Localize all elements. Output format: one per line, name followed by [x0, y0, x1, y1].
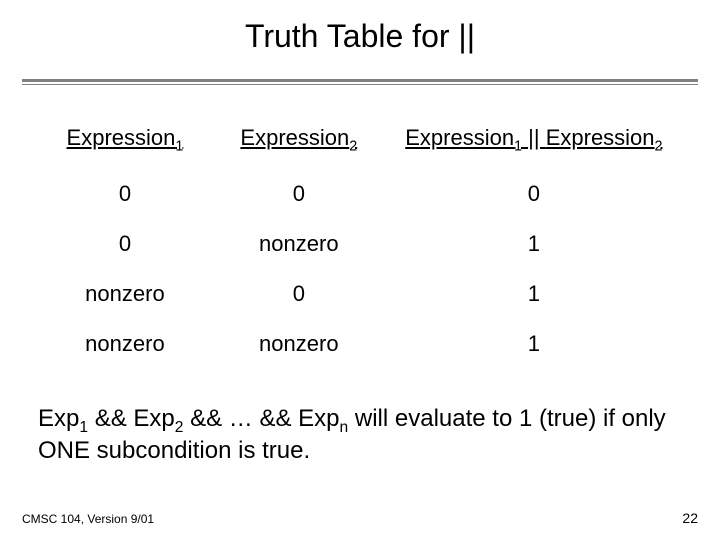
header-text: Expression	[405, 125, 514, 150]
header-text: Expression	[546, 125, 655, 150]
cell: 0	[386, 169, 682, 219]
slide: Truth Table for || Expression1 Expressio…	[0, 0, 720, 540]
col-header-result: Expression1 || Expression2	[386, 115, 682, 169]
header-op: ||	[522, 125, 546, 150]
cell: 1	[386, 219, 682, 269]
cell: 0	[38, 169, 212, 219]
header-sub: 1	[175, 138, 183, 154]
slide-number: 22	[682, 510, 698, 526]
cell: 0	[38, 219, 212, 269]
header-sub: 2	[655, 138, 663, 154]
truth-table: Expression1 Expression2 Expression1 || E…	[38, 115, 682, 369]
cell: 0	[212, 269, 386, 319]
cell: nonzero	[212, 319, 386, 369]
note-segment: && … && Exp	[183, 405, 339, 432]
table-header-row: Expression1 Expression2 Expression1 || E…	[38, 115, 682, 169]
col-header-expr2: Expression2	[212, 115, 386, 169]
header-sub: 2	[349, 138, 357, 154]
col-header-expr1: Expression1	[38, 115, 212, 169]
header-sub: 1	[514, 138, 522, 154]
header-text: Expression	[240, 125, 349, 150]
cell: nonzero	[38, 319, 212, 369]
cell: nonzero	[38, 269, 212, 319]
table-row: 0 nonzero 1	[38, 219, 682, 269]
cell: nonzero	[212, 219, 386, 269]
note-text: Exp1 && Exp2 && … && Expn will evaluate …	[0, 369, 720, 468]
note-segment: && Exp	[88, 405, 175, 432]
cell: 0	[212, 169, 386, 219]
note-sub: 1	[79, 419, 88, 436]
footer-course: CMSC 104, Version 9/01	[22, 512, 154, 526]
header-text: Expression	[67, 125, 176, 150]
cell: 1	[386, 319, 682, 369]
slide-title: Truth Table for ||	[0, 0, 720, 73]
cell: 1	[386, 269, 682, 319]
table-area: Expression1 Expression2 Expression1 || E…	[0, 85, 720, 369]
divider	[22, 79, 698, 85]
table-row: nonzero 0 1	[38, 269, 682, 319]
note-sub: n	[340, 419, 349, 436]
note-segment: Exp	[38, 405, 79, 432]
table-row: nonzero nonzero 1	[38, 319, 682, 369]
table-row: 0 0 0	[38, 169, 682, 219]
